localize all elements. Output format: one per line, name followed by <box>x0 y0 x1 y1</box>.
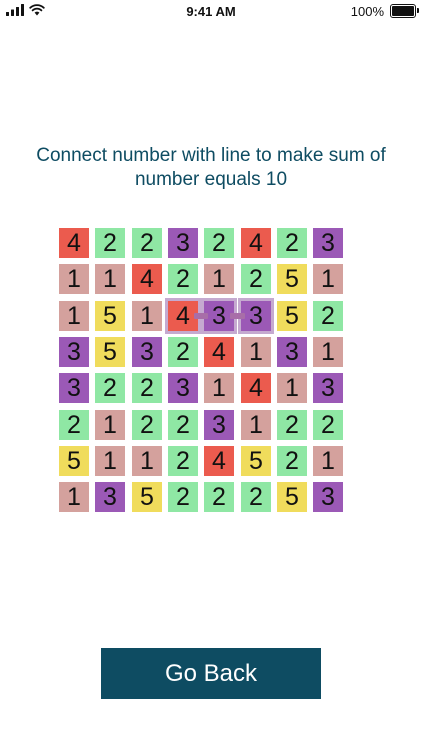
grid-cell[interactable]: 1 <box>59 482 89 512</box>
grid-cell[interactable]: 3 <box>238 298 274 334</box>
grid-cell[interactable]: 3 <box>59 373 89 403</box>
grid-cell[interactable]: 1 <box>313 337 343 367</box>
grid-cell[interactable]: 5 <box>277 301 307 331</box>
grid-cell[interactable]: 3 <box>168 373 198 403</box>
grid-cell[interactable]: 1 <box>241 337 271 367</box>
grid-cell[interactable]: 1 <box>59 301 89 331</box>
grid-cell[interactable]: 4 <box>241 228 271 258</box>
grid-cell[interactable]: 2 <box>277 410 307 440</box>
grid-cell[interactable]: 4 <box>204 446 234 476</box>
grid-cell[interactable]: 2 <box>241 482 271 512</box>
grid-cell[interactable]: 2 <box>132 373 162 403</box>
grid-cell[interactable]: 2 <box>168 337 198 367</box>
grid-cell[interactable]: 3 <box>313 482 343 512</box>
grid-cell[interactable]: 2 <box>132 228 162 258</box>
go-back-button[interactable]: Go Back <box>101 648 321 699</box>
grid-cell[interactable]: 4 <box>204 337 234 367</box>
grid-cell[interactable]: 5 <box>277 482 307 512</box>
grid-cell[interactable]: 1 <box>277 373 307 403</box>
grid-cell[interactable]: 3 <box>132 337 162 367</box>
grid-cell[interactable]: 3 <box>168 228 198 258</box>
grid-cell[interactable]: 5 <box>132 482 162 512</box>
grid-cell[interactable]: 2 <box>95 373 125 403</box>
grid-cell[interactable]: 5 <box>59 446 89 476</box>
grid-cell[interactable]: 1 <box>313 264 343 294</box>
status-bar: 9:41 AM 100% <box>0 0 422 24</box>
grid-cell[interactable]: 2 <box>132 410 162 440</box>
grid-cell[interactable]: 2 <box>241 264 271 294</box>
grid-cell[interactable]: 5 <box>241 446 271 476</box>
grid-cell[interactable]: 2 <box>313 301 343 331</box>
grid-cell[interactable]: 1 <box>95 264 125 294</box>
grid-cell[interactable]: 2 <box>313 410 343 440</box>
connection-line <box>194 313 208 319</box>
grid-cell[interactable]: 5 <box>95 301 125 331</box>
grid-cell[interactable]: 4 <box>241 373 271 403</box>
grid-cell[interactable]: 2 <box>95 228 125 258</box>
status-right: 100% <box>350 3 419 19</box>
grid-cell[interactable]: 1 <box>313 446 343 476</box>
grid-cell[interactable]: 3 <box>204 410 234 440</box>
grid-cell[interactable]: 2 <box>168 482 198 512</box>
grid-cell[interactable]: 1 <box>204 373 234 403</box>
connection-line <box>230 313 245 319</box>
grid-cell[interactable]: 1 <box>132 301 162 331</box>
grid-cell[interactable]: 3 <box>313 228 343 258</box>
grid-cell[interactable]: 1 <box>132 446 162 476</box>
grid-cell[interactable]: 1 <box>95 446 125 476</box>
number-grid[interactable]: 4223242311421251151433523532413132231413… <box>59 228 347 516</box>
grid-cell[interactable]: 2 <box>168 410 198 440</box>
grid-cell[interactable]: 2 <box>204 482 234 512</box>
grid-cell[interactable]: 2 <box>277 446 307 476</box>
grid-cell[interactable]: 4 <box>132 264 162 294</box>
grid-cell[interactable]: 3 <box>95 482 125 512</box>
grid-cell[interactable]: 2 <box>59 410 89 440</box>
grid-cell[interactable]: 3 <box>313 373 343 403</box>
battery-percent: 100% <box>350 3 384 19</box>
grid-cell[interactable]: 2 <box>204 228 234 258</box>
grid-cell[interactable]: 1 <box>59 264 89 294</box>
grid-cell[interactable]: 2 <box>277 228 307 258</box>
instruction-text: Connect number with line to make sum of … <box>36 145 386 190</box>
grid-cell[interactable]: 4 <box>59 228 89 258</box>
grid-cell[interactable]: 2 <box>168 446 198 476</box>
grid-cell[interactable]: 3 <box>277 337 307 367</box>
battery-icon <box>390 4 419 18</box>
grid-cell[interactable]: 2 <box>168 264 198 294</box>
grid-cell[interactable]: 1 <box>204 264 234 294</box>
grid-cell[interactable]: 5 <box>95 337 125 367</box>
grid-cell[interactable]: 1 <box>95 410 125 440</box>
grid-cell[interactable]: 1 <box>241 410 271 440</box>
grid-cell[interactable]: 5 <box>277 264 307 294</box>
grid-cell[interactable]: 3 <box>59 337 89 367</box>
